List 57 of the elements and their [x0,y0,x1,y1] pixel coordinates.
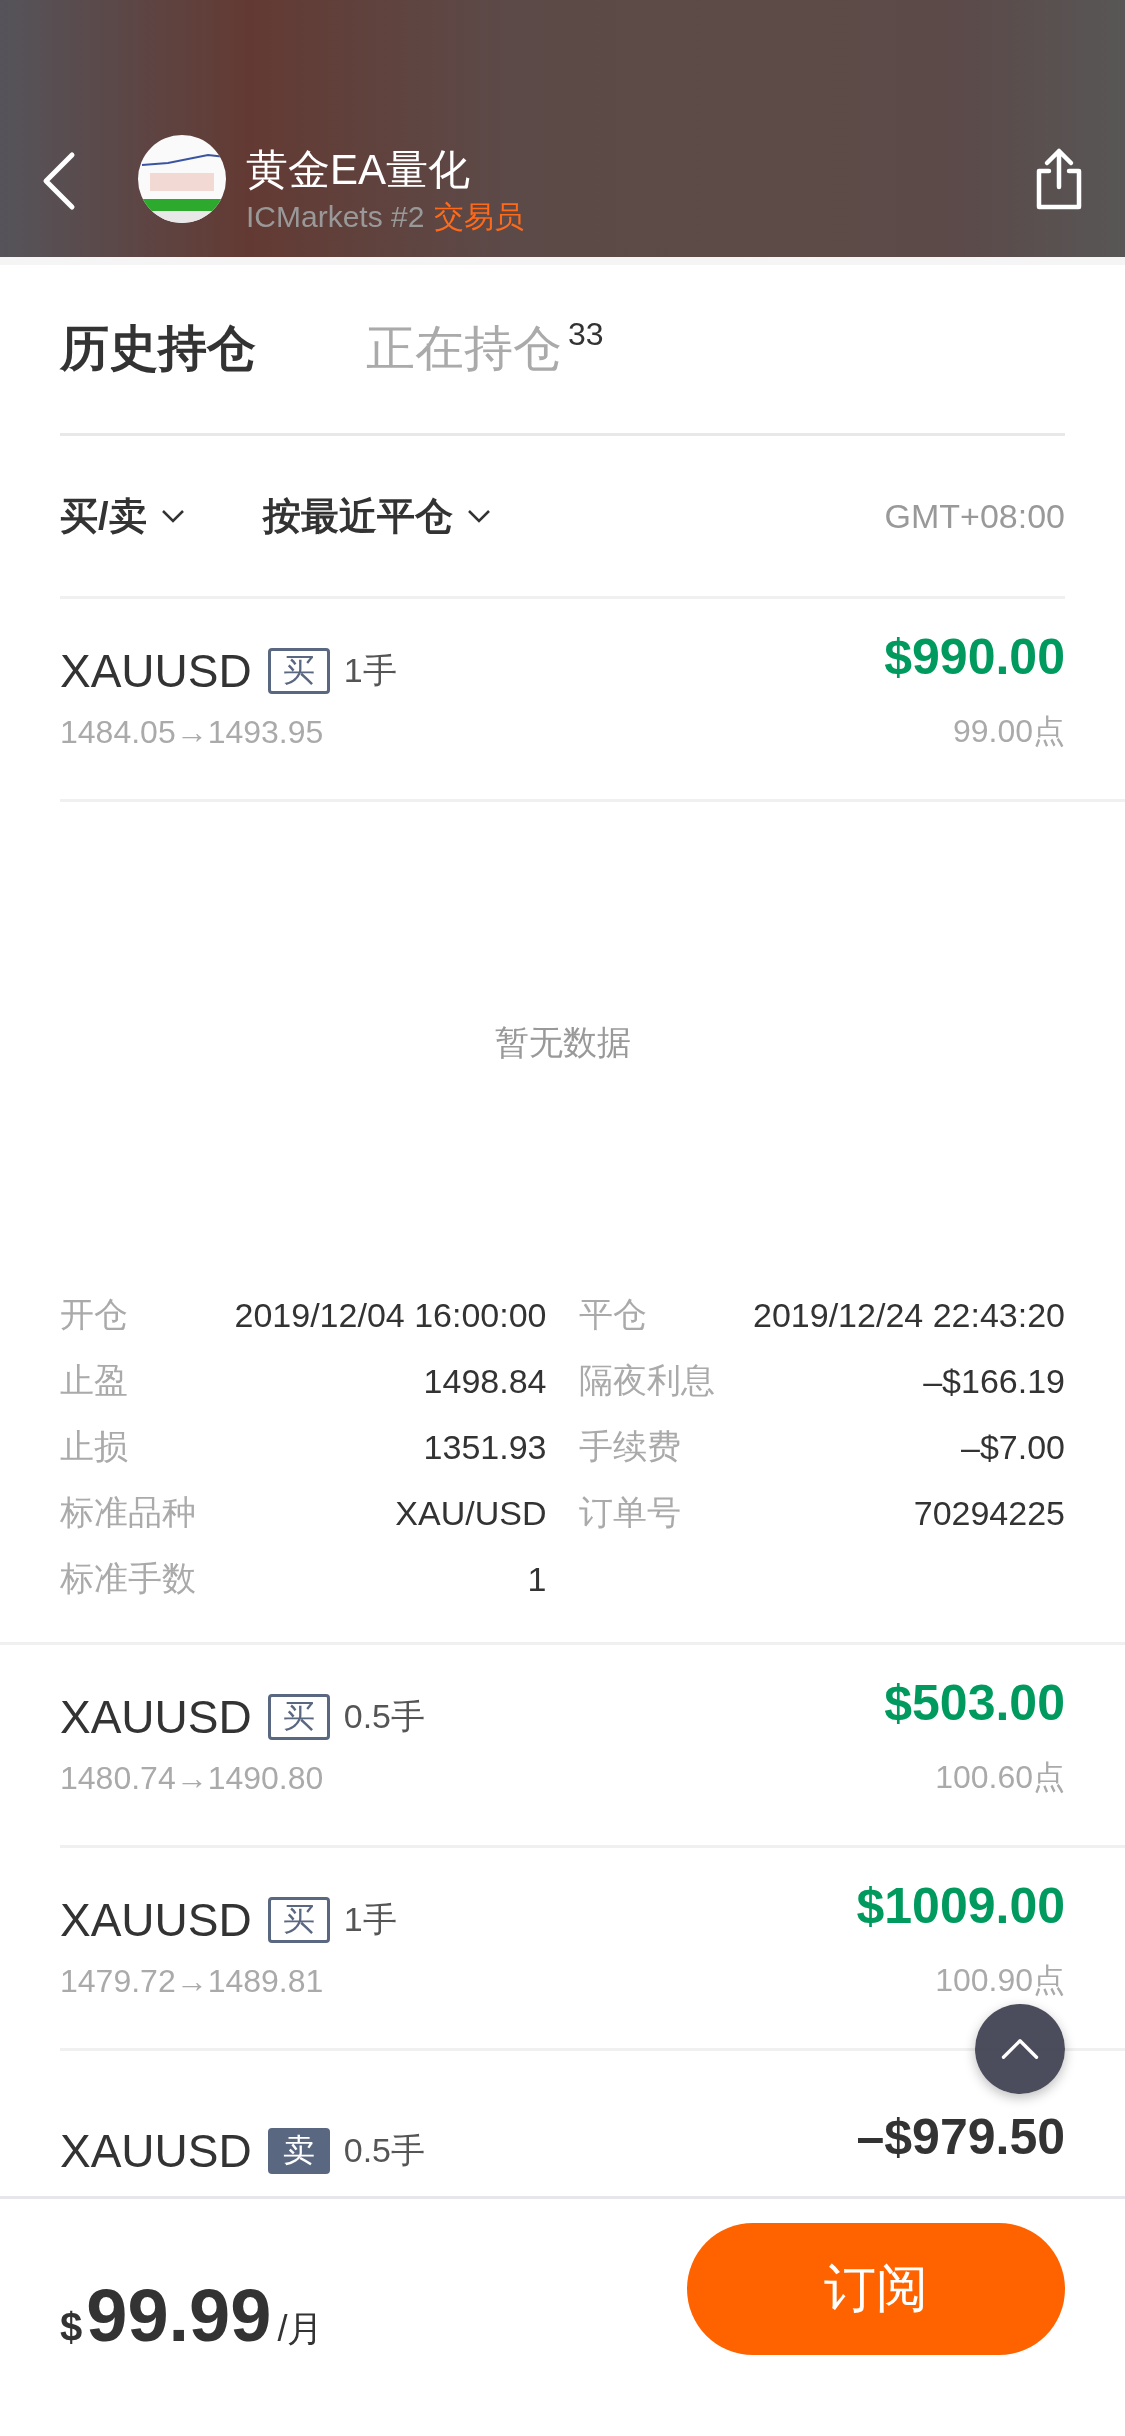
profit-amount: $503.00 [884,1674,1065,1732]
trade-row[interactable]: XAUUSD 买 0.5手 $503.00 1480.74→1490.80 100.60点 [60,1645,1125,1848]
side-badge: 买 [267,1897,330,1943]
lot-size: 1手 [343,650,397,691]
trader-name: 黄金EA量化 [246,145,472,195]
points: 100.90点 [935,1961,1065,2000]
symbol: XAUUSD [60,644,252,698]
trade-row[interactable]: XAUUSD 买 1手 $990.00 1484.05→1493.95 99.00点 [60,599,1125,802]
chevron-down-icon [160,509,185,523]
price-range: 1479.72→1489.81 [60,1962,324,2000]
tab[interactable]: 历史持仓 [60,316,256,382]
detail-value: 2019/12/24 22:43:20 [753,1295,1065,1335]
side-badge: 买 [267,648,330,694]
detail-label: 标准品种 [60,1492,196,1533]
detail-value: –$7.00 [961,1427,1065,1467]
profit-amount: –$979.50 [856,2108,1065,2166]
billing-period: /月 [277,2307,324,2351]
side-filter[interactable]: 买/卖 [60,490,185,542]
price-range: 1484.05→1493.95 [60,713,324,751]
detail-value: 70294225 [913,1493,1065,1533]
price-range: 1480.74→1490.80 [60,1759,324,1797]
side-badge: 卖 [267,2128,330,2174]
points: 99.00点 [952,712,1065,751]
chevron-up-icon [1001,2038,1039,2060]
empty-message: 暂无数据 [494,1022,631,1063]
detail-label: 止损 [60,1426,128,1467]
detail-label: 止盈 [60,1360,128,1401]
detail-value: XAU/USD [395,1493,547,1533]
profit-amount: $1009.00 [856,1877,1065,1935]
sort-dropdown[interactable]: 按最近平仓 [262,490,491,542]
subscription-price: 99.99 [86,2273,272,2358]
detail-value: 1 [527,1559,547,1599]
role-label: 交易员 [434,199,525,235]
symbol: XAUUSD [60,1690,252,1744]
points: 100.60点 [935,1758,1065,1797]
detail-value: 1498.84 [423,1361,547,1401]
detail-label: 标准手数 [60,1558,196,1599]
symbol: XAUUSD [60,1893,252,1947]
broker-account: ICMarkets #2 [246,199,425,235]
side-badge: 买 [267,1694,330,1740]
detail-label: 开仓 [60,1294,128,1335]
currency-symbol: $ [60,2305,83,2350]
detail-label: 平仓 [578,1294,647,1335]
timezone-label: GMT+08:00 [884,496,1065,536]
detail-label: 隔夜利息 [578,1360,715,1401]
profit-amount: $990.00 [884,628,1065,686]
chevron-down-icon [466,509,491,523]
scroll-to-top-button[interactable] [975,2004,1065,2094]
detail-value: 1351.93 [423,1427,547,1467]
lot-size: 1手 [343,1899,397,1940]
detail-value: 2019/12/04 16:00:00 [234,1295,547,1335]
detail-value: –$166.19 [923,1361,1065,1401]
lot-size: 0.5手 [343,2130,425,2171]
lot-size: 0.5手 [343,1696,425,1737]
detail-label: 手续费 [578,1426,681,1467]
symbol: XAUUSD [60,2124,252,2178]
detail-label: 订单号 [578,1492,681,1533]
